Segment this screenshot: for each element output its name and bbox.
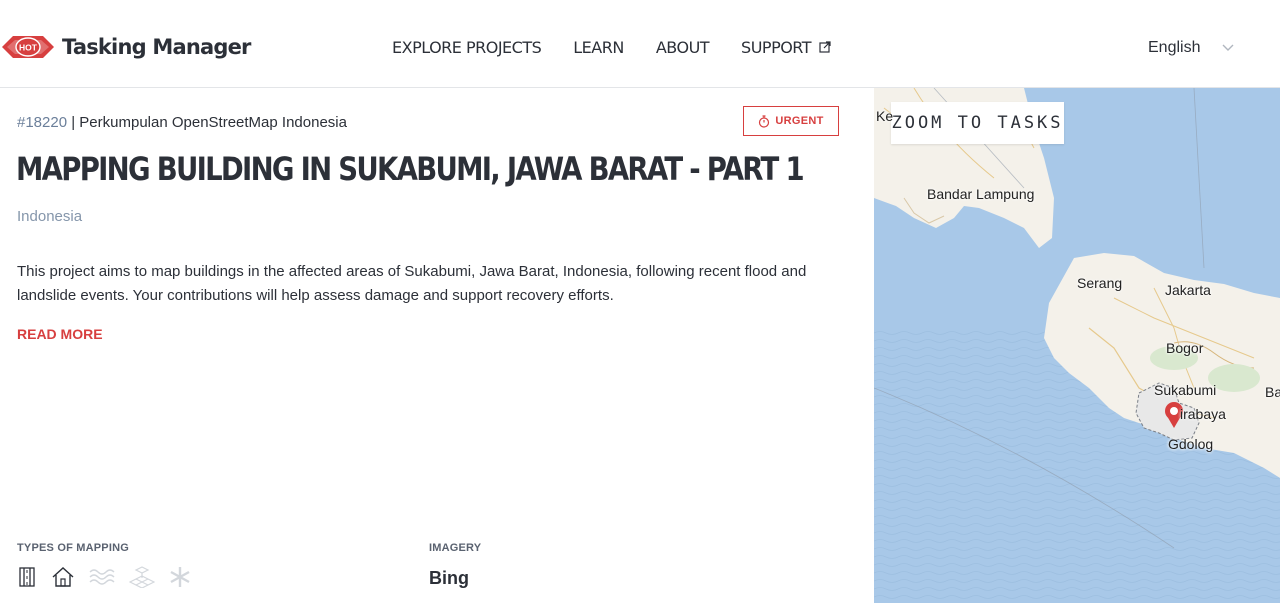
nav-support-label: SUPPORT — [741, 38, 812, 57]
map-label-bandar-lampung: Bandar Lampung — [927, 186, 1035, 202]
map-label-sukabumi: Sukabumi — [1154, 382, 1217, 398]
waterways-icon — [89, 567, 115, 592]
map-label-jakarta: Jakarta — [1165, 282, 1211, 298]
main-nav: EXPLORE PROJECTS LEARN ABOUT SUPPORT — [392, 38, 831, 57]
language-selector[interactable]: English — [1148, 39, 1234, 57]
types-of-mapping — [17, 566, 205, 593]
roads-icon — [17, 567, 37, 592]
hot-logo-icon: HOT — [2, 36, 54, 58]
svg-text:HOT: HOT — [19, 43, 38, 53]
buildings-icon — [51, 566, 75, 593]
project-detail-panel: #18220 | Perkumpulan OpenStreetMap Indon… — [0, 88, 873, 603]
project-map[interactable]: ZOOM TO TASKS Ke Bandar Lampung Serang J… — [874, 88, 1280, 603]
zoom-to-tasks-button[interactable]: ZOOM TO TASKS — [891, 102, 1064, 144]
map-label-ke: Ke — [876, 108, 894, 124]
types-of-mapping-label: TYPES OF MAPPING — [17, 542, 129, 554]
nav-explore-projects[interactable]: EXPLORE PROJECTS — [392, 38, 542, 57]
project-country: Indonesia — [17, 208, 83, 225]
project-title: MAPPING BUILDING IN SUKABUMI, JAWA BARAT… — [16, 150, 805, 188]
map-label-cirabaya: irabaya — [1180, 406, 1226, 422]
app-name: Tasking Manager — [62, 35, 251, 59]
map-label-ba: Ba — [1265, 384, 1280, 400]
urgent-badge: URGENT — [743, 106, 839, 136]
project-description: This project aims to map buildings in th… — [17, 263, 807, 304]
chevron-down-icon — [1222, 39, 1234, 57]
map-canvas — [874, 88, 1280, 603]
language-label: English — [1148, 39, 1201, 56]
nav-support[interactable]: SUPPORT — [741, 38, 831, 57]
top-navigation: HOT Tasking Manager EXPLORE PROJECTS LEA… — [0, 10, 1280, 88]
map-label-gedolog: Gdolog — [1168, 436, 1214, 452]
project-meta: #18220 | Perkumpulan OpenStreetMap Indon… — [17, 114, 347, 131]
nav-learn[interactable]: LEARN — [573, 38, 624, 57]
map-label-bogor: Bogor — [1166, 340, 1204, 356]
nav-about[interactable]: ABOUT — [656, 38, 710, 57]
external-link-icon — [819, 38, 831, 57]
logo[interactable]: HOT Tasking Manager — [2, 32, 251, 62]
imagery-value: Bing — [429, 568, 469, 588]
other-icon — [169, 566, 191, 593]
map-label-serang: Serang — [1077, 275, 1123, 291]
project-id[interactable]: #18220 — [17, 114, 67, 131]
land-use-icon — [128, 566, 156, 593]
meta-separator: | — [67, 114, 80, 131]
organisation-name[interactable]: Perkumpulan OpenStreetMap Indonesia — [79, 114, 347, 131]
read-more-link[interactable]: READ MORE — [17, 326, 103, 342]
stopwatch-icon — [759, 114, 770, 128]
imagery-label: IMAGERY — [429, 542, 482, 554]
urgent-label: URGENT — [775, 115, 824, 127]
